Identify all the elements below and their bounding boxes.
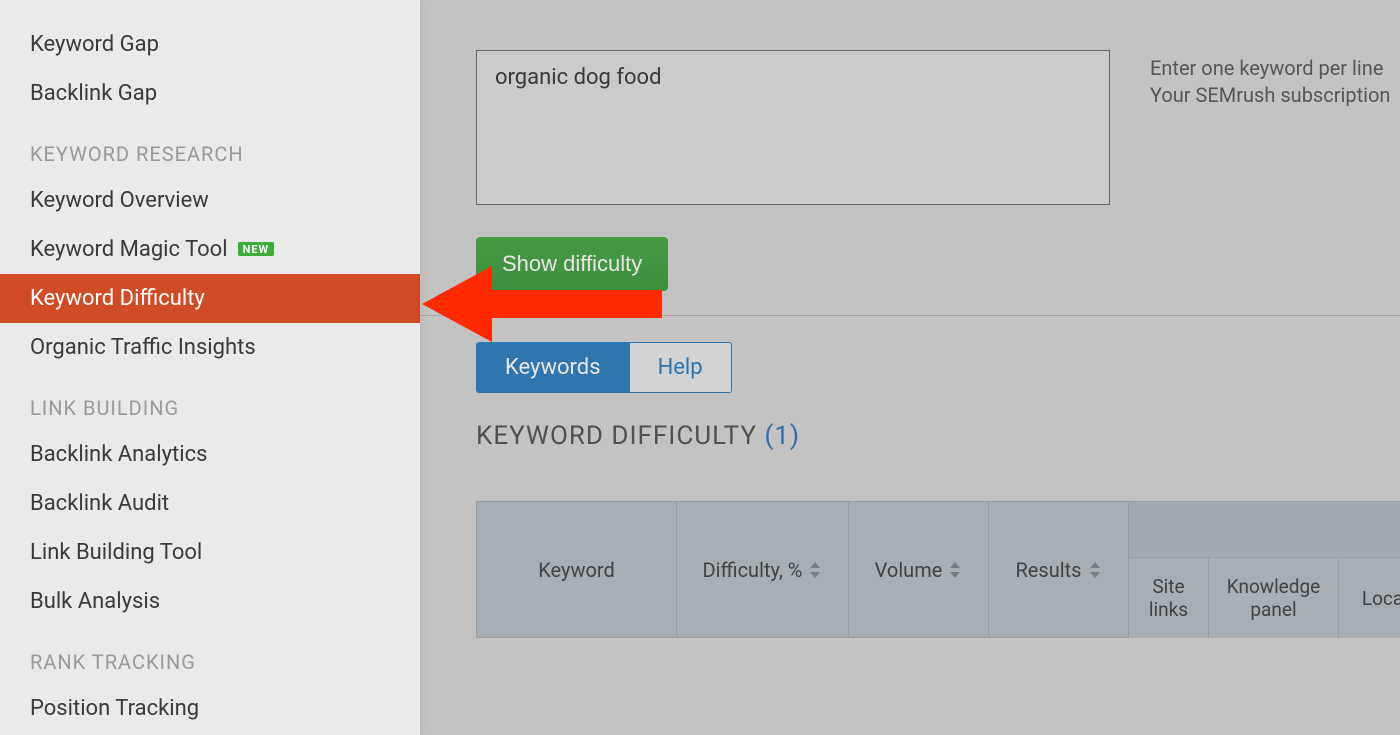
sort-icon (948, 561, 962, 579)
sidebar-item-label: Bulk Analysis (30, 589, 160, 614)
tab-keywords[interactable]: Keywords (477, 343, 629, 392)
th-difficulty[interactable]: Difficulty, % (677, 502, 849, 638)
hints-text: Enter one keyword per line Your SEMrush … (1150, 55, 1390, 109)
sidebar-item-bulk-analysis[interactable]: Bulk Analysis (0, 577, 420, 626)
sidebar-item-label: Backlink Audit (30, 491, 169, 516)
hint-line-2: Your SEMrush subscription (1150, 82, 1390, 109)
th-label: Site links (1135, 575, 1202, 621)
sidebar-item-label: Organic Traffic Insights (30, 335, 256, 360)
section-divider (420, 315, 1400, 316)
th-keyword[interactable]: Keyword (477, 502, 677, 638)
sidebar-item-keyword-overview[interactable]: Keyword Overview (0, 176, 420, 225)
th-volume[interactable]: Volume (849, 502, 989, 638)
th-knowledge-panel[interactable]: Knowledge panel (1209, 558, 1339, 638)
sidebar-item-backlink-gap[interactable]: Backlink Gap (0, 69, 420, 118)
tabs: Keywords Help (476, 342, 732, 393)
sidebar-item-label: Keyword Magic Tool (30, 237, 228, 262)
sidebar-item-backlink-analytics[interactable]: Backlink Analytics (0, 430, 420, 479)
hint-line-1: Enter one keyword per line (1150, 55, 1390, 82)
th-label: Keyword (538, 558, 615, 582)
th-results[interactable]: Results (989, 502, 1129, 638)
show-difficulty-button[interactable]: Show difficulty (476, 237, 668, 291)
sidebar-item-label: Keyword Gap (30, 32, 159, 57)
section-title-text: KEYWORD DIFFICULTY (476, 421, 757, 451)
sidebar-item-label: Backlink Gap (30, 81, 157, 106)
sidebar-item-label: Backlink Analytics (30, 442, 207, 467)
sidebar-item-label: Keyword Overview (30, 188, 209, 213)
sidebar: Keyword Gap Backlink Gap KEYWORD RESEARC… (0, 0, 420, 735)
th-site-links[interactable]: Site links (1129, 558, 1209, 638)
sidebar-section-rank-tracking: RANK TRACKING (0, 626, 420, 684)
results-table-header: Keyword Difficulty, % Volume Results Sit (476, 501, 1400, 638)
th-local-pack[interactable]: Local pack (1339, 558, 1400, 638)
sidebar-item-keyword-gap[interactable]: Keyword Gap (0, 20, 420, 69)
sidebar-item-backlink-audit[interactable]: Backlink Audit (0, 479, 420, 528)
sidebar-item-label: Link Building Tool (30, 540, 202, 565)
section-title: KEYWORD DIFFICULTY (1) (476, 421, 1400, 451)
th-label: Volume (875, 558, 943, 582)
tab-help[interactable]: Help (629, 343, 731, 392)
section-title-count: (1) (764, 421, 800, 451)
th-label: Difficulty, % (703, 558, 803, 582)
new-badge: new (238, 242, 275, 256)
sort-icon (808, 561, 822, 579)
th-label: Results (1015, 558, 1081, 582)
sidebar-item-label: Keyword Difficulty (30, 286, 205, 311)
sidebar-item-keyword-difficulty[interactable]: Keyword Difficulty (0, 274, 420, 323)
sidebar-section-link-building: LINK BUILDING (0, 372, 420, 430)
sidebar-item-position-tracking[interactable]: Position Tracking (0, 684, 420, 733)
sidebar-item-label: Position Tracking (30, 696, 199, 721)
sidebar-item-keyword-magic-tool[interactable]: Keyword Magic Tool new (0, 225, 420, 274)
main-content: Enter one keyword per line Your SEMrush … (420, 0, 1400, 735)
keywords-textarea[interactable] (476, 50, 1110, 205)
sidebar-item-link-building-tool[interactable]: Link Building Tool (0, 528, 420, 577)
sidebar-item-organic-traffic-insights[interactable]: Organic Traffic Insights (0, 323, 420, 372)
th-label: Local pack (1362, 587, 1400, 610)
sort-icon (1088, 561, 1102, 579)
th-serp-features-group (1129, 502, 1400, 558)
th-label: Knowledge panel (1215, 575, 1332, 621)
sidebar-section-keyword-research: KEYWORD RESEARCH (0, 118, 420, 176)
